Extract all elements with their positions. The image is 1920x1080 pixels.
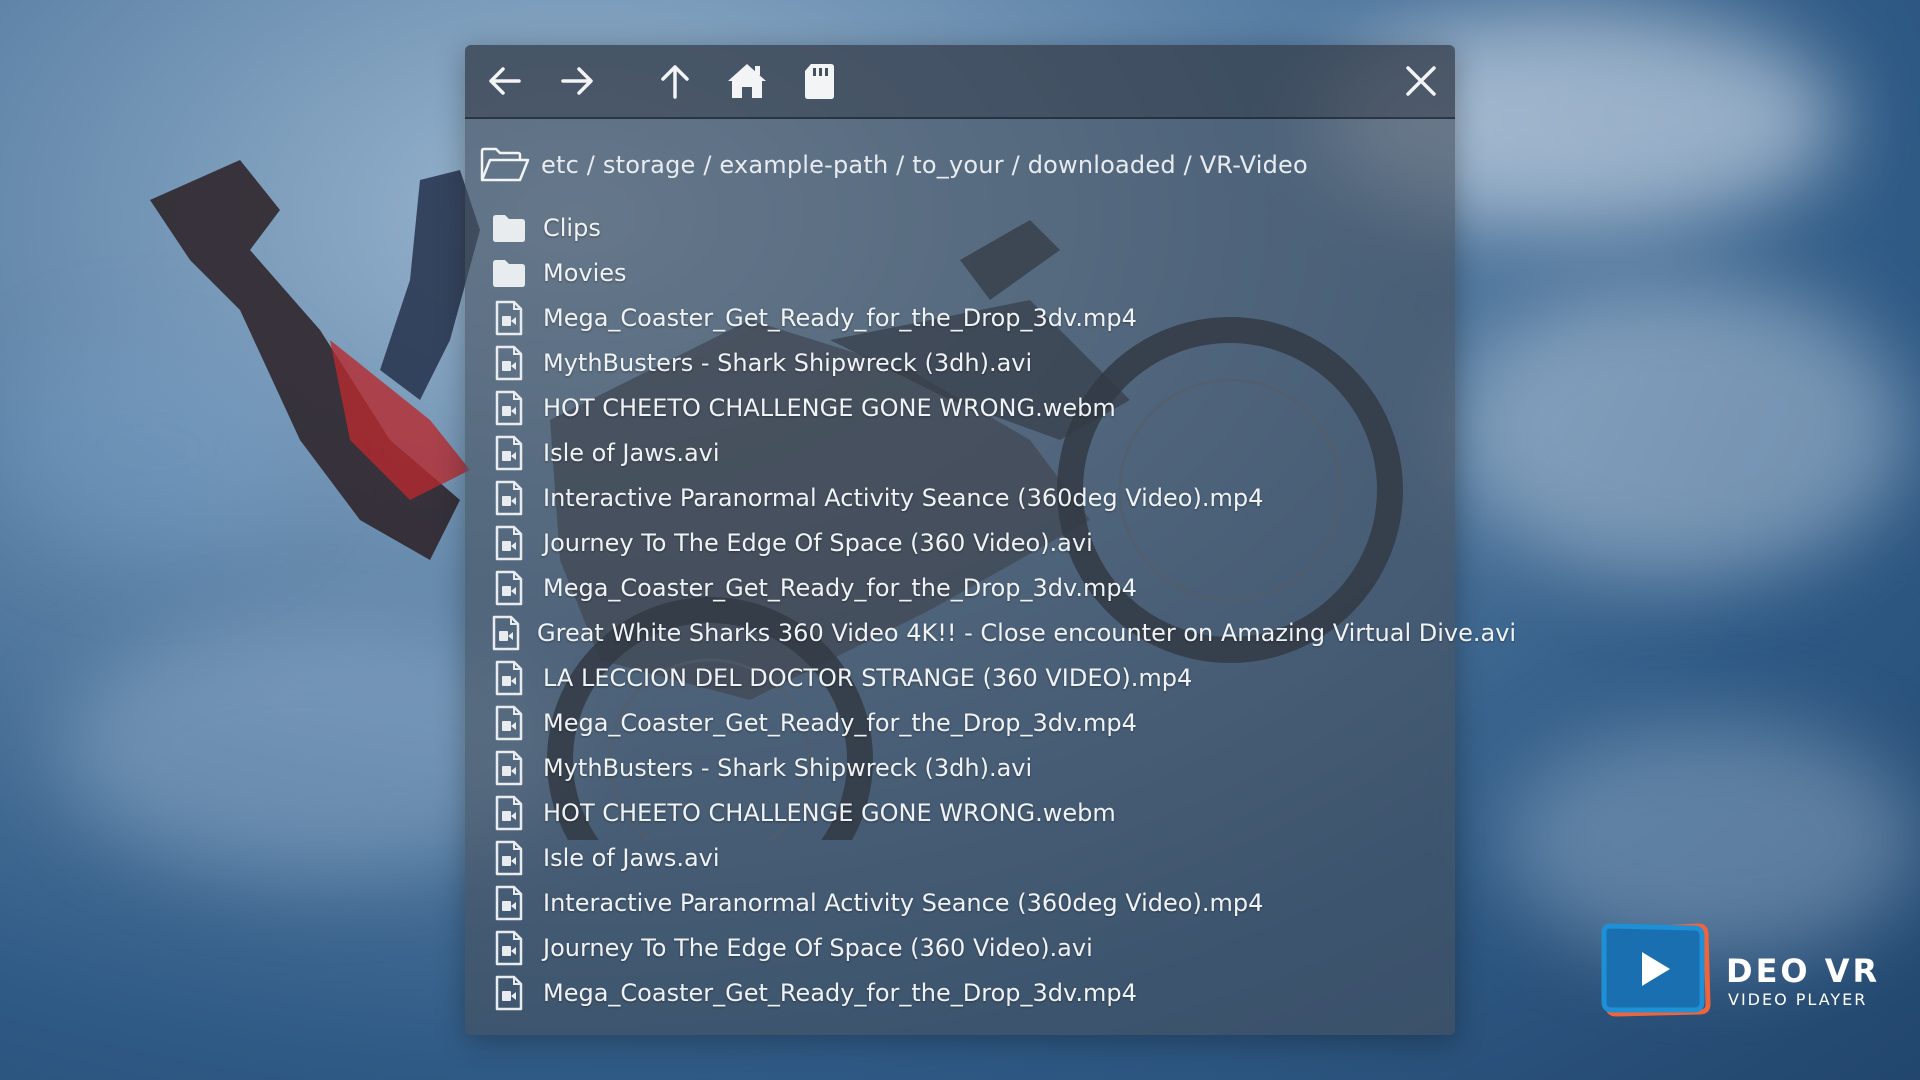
video-file-item[interactable]: MythBusters - Shark Shipwreck (3dh).avi	[491, 340, 1441, 385]
folder-icon	[493, 214, 525, 242]
video-file-item[interactable]: Mega_Coaster_Get_Ready_for_the_Drop_3dv.…	[491, 295, 1441, 340]
video-file-item[interactable]: Journey To The Edge Of Space (360 Video)…	[491, 520, 1441, 565]
video-file-icon-wrap	[491, 525, 527, 561]
video-file-icon-wrap	[491, 885, 527, 921]
sd-card-icon	[805, 64, 834, 99]
video-file-icon	[495, 480, 523, 515]
up-directory-button[interactable]	[651, 57, 699, 105]
folder-icon-wrap	[491, 255, 527, 291]
file-name: MythBusters - Shark Shipwreck (3dh).avi	[543, 753, 1033, 782]
close-button[interactable]	[1397, 57, 1445, 105]
video-file-icon-wrap	[491, 615, 521, 651]
video-file-icon-wrap	[491, 660, 527, 696]
file-name: Interactive Paranormal Activity Seance (…	[543, 888, 1264, 917]
file-browser-panel: etc / storage / example-path / to_your /…	[465, 45, 1516, 1035]
video-file-item[interactable]: Interactive Paranormal Activity Seance (…	[491, 475, 1441, 520]
file-name: Journey To The Edge Of Space (360 Video)…	[543, 528, 1093, 557]
file-name: Journey To The Edge Of Space (360 Video)…	[543, 933, 1093, 962]
video-file-icon-wrap	[491, 480, 527, 516]
video-file-icon	[495, 795, 523, 830]
video-file-item[interactable]: Isle of Jaws.avi	[491, 835, 1441, 880]
arrow-up-icon	[661, 65, 689, 99]
cloud	[1450, 280, 1910, 580]
forward-button[interactable]	[553, 57, 601, 105]
video-file-icon	[495, 435, 523, 470]
video-file-icon-wrap	[491, 840, 527, 876]
file-name: Clips	[543, 213, 601, 242]
logo-title: DEO VR	[1726, 952, 1881, 990]
home-icon	[728, 64, 766, 98]
video-file-icon-wrap	[491, 930, 527, 966]
video-file-icon	[495, 975, 523, 1010]
folder-item[interactable]: Clips	[491, 205, 1441, 250]
logo-subtitle: VIDEO PLAYER	[1728, 990, 1868, 1009]
arrow-left-icon	[489, 67, 521, 95]
video-file-icon	[495, 930, 523, 965]
video-file-item[interactable]: Mega_Coaster_Get_Ready_for_the_Drop_3dv.…	[491, 970, 1441, 1015]
folder-open-icon	[480, 147, 530, 182]
video-file-icon	[495, 660, 523, 695]
path-text: etc / storage / example-path / to_your /…	[541, 151, 1308, 179]
file-name: Mega_Coaster_Get_Ready_for_the_Drop_3dv.…	[543, 978, 1137, 1007]
video-file-icon-wrap	[491, 390, 527, 426]
video-file-item[interactable]: MythBusters - Shark Shipwreck (3dh).avi	[491, 745, 1441, 790]
arrow-right-icon	[561, 67, 593, 95]
video-file-item[interactable]: LA LECCION DEL DOCTOR STRANGE (360 VIDEO…	[491, 655, 1441, 700]
video-file-icon-wrap	[491, 570, 527, 606]
back-button[interactable]	[481, 57, 529, 105]
video-file-item[interactable]: Mega_Coaster_Get_Ready_for_the_Drop_3dv.…	[491, 565, 1441, 610]
video-file-icon	[495, 840, 523, 875]
video-file-icon	[495, 885, 523, 920]
video-file-item[interactable]: Journey To The Edge Of Space (360 Video)…	[491, 925, 1441, 970]
folder-item[interactable]: Movies	[491, 250, 1441, 295]
current-path-breadcrumb: etc / storage / example-path / to_your /…	[479, 143, 1439, 187]
close-icon	[1406, 66, 1436, 96]
home-button[interactable]	[723, 57, 771, 105]
file-name: Movies	[543, 258, 627, 287]
video-file-icon	[492, 615, 520, 650]
file-list: Clips Movies Mega_Coaster_Get_Ready_for_th…	[491, 205, 1516, 1015]
video-file-item[interactable]: Interactive Paranormal Activity Seance (…	[491, 880, 1441, 925]
sd-card-button[interactable]	[795, 57, 843, 105]
video-file-item[interactable]: HOT CHEETO CHALLENGE GONE WRONG.webm	[491, 790, 1441, 835]
file-name: HOT CHEETO CHALLENGE GONE WRONG.webm	[543, 798, 1116, 827]
video-file-item[interactable]: HOT CHEETO CHALLENGE GONE WRONG.webm	[491, 385, 1441, 430]
file-name: HOT CHEETO CHALLENGE GONE WRONG.webm	[543, 393, 1116, 422]
file-name: Mega_Coaster_Get_Ready_for_the_Drop_3dv.…	[543, 573, 1137, 602]
video-file-icon-wrap	[491, 750, 527, 786]
video-file-icon-wrap	[491, 345, 527, 381]
file-name: LA LECCION DEL DOCTOR STRANGE (360 VIDEO…	[543, 663, 1193, 692]
video-file-icon	[495, 705, 523, 740]
file-name: MythBusters - Shark Shipwreck (3dh).avi	[543, 348, 1033, 377]
folder-icon	[493, 259, 525, 287]
file-name: Mega_Coaster_Get_Ready_for_the_Drop_3dv.…	[543, 303, 1137, 332]
file-name: Great White Sharks 360 Video 4K!! - Clos…	[537, 618, 1517, 647]
file-name: Interactive Paranormal Activity Seance (…	[543, 483, 1264, 512]
background-sky-photo: etc / storage / example-path / to_your /…	[0, 0, 1920, 1080]
play-logo-icon	[1601, 923, 1711, 1017]
video-file-icon-wrap	[491, 975, 527, 1011]
video-file-icon-wrap	[491, 705, 527, 741]
video-file-icon-wrap	[491, 300, 527, 336]
video-file-icon-wrap	[491, 795, 527, 831]
file-name: Isle of Jaws.avi	[543, 438, 720, 467]
video-file-item[interactable]: Mega_Coaster_Get_Ready_for_the_Drop_3dv.…	[491, 700, 1441, 745]
video-file-icon	[495, 390, 523, 425]
toolbar	[465, 45, 1455, 119]
video-file-item[interactable]: Great White Sharks 360 Video 4K!! - Clos…	[491, 610, 1516, 655]
folder-icon-wrap	[491, 210, 527, 246]
file-name: Isle of Jaws.avi	[543, 843, 720, 872]
video-file-icon	[495, 300, 523, 335]
deo-vr-logo: DEO VR VIDEO PLAYER	[1598, 922, 1898, 1018]
video-file-icon	[495, 525, 523, 560]
video-file-item[interactable]: Isle of Jaws.avi	[491, 430, 1441, 475]
video-file-icon	[495, 750, 523, 785]
video-file-icon-wrap	[491, 435, 527, 471]
video-file-icon	[495, 570, 523, 605]
video-file-icon	[495, 345, 523, 380]
file-name: Mega_Coaster_Get_Ready_for_the_Drop_3dv.…	[543, 708, 1137, 737]
